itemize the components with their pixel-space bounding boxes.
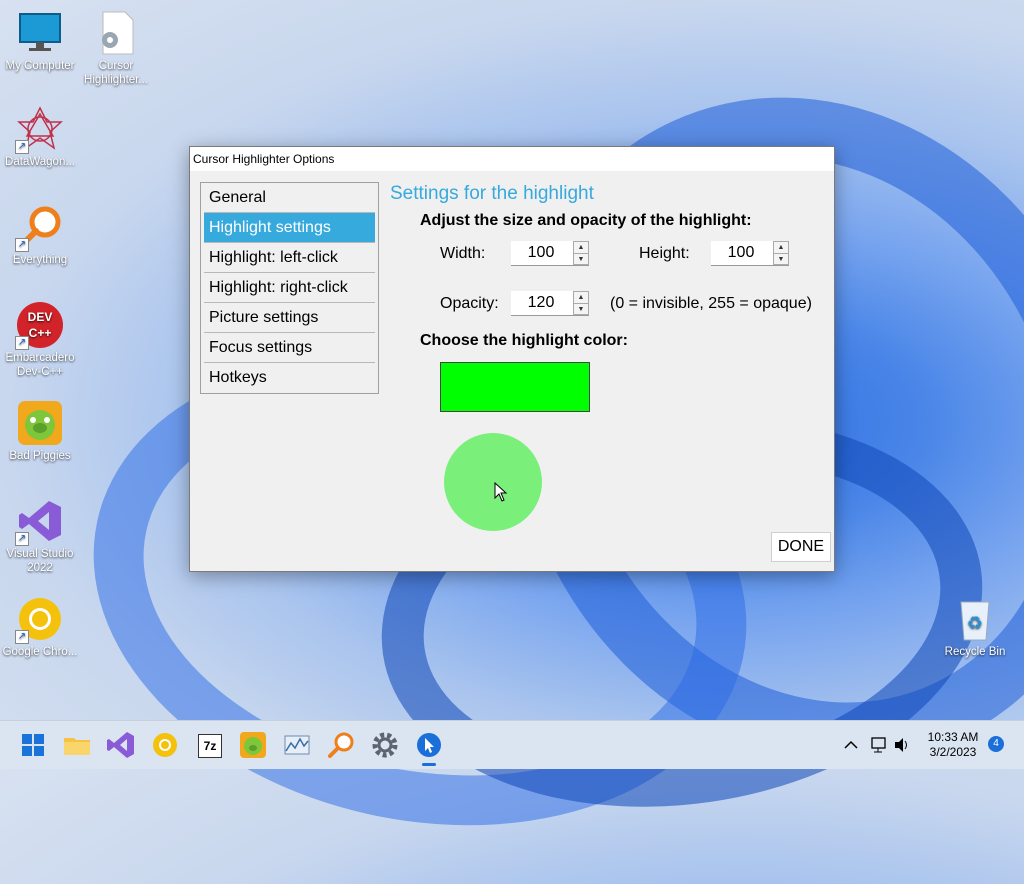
volume-icon[interactable] xyxy=(893,721,911,769)
nav-item-focus-settings[interactable]: Focus settings xyxy=(204,333,375,363)
highlight-color-swatch[interactable] xyxy=(440,362,590,412)
clock-time: 10:33 AM xyxy=(927,730,979,744)
bad-piggies-icon xyxy=(17,400,63,446)
tray-overflow-chevron-icon[interactable] xyxy=(843,721,859,769)
desktop-icon-label: My Computer xyxy=(5,60,75,72)
nav-item-highlight-left-click[interactable]: Highlight: left-click xyxy=(204,243,375,273)
settings-nav-list: General Highlight settings Highlight: le… xyxy=(200,182,379,394)
desktop-icon-google-chrome[interactable]: ↗ Google Chro... xyxy=(0,596,80,659)
desktop-icon-label: Visual Studio 2022 xyxy=(6,548,74,574)
opacity-value[interactable]: 120 xyxy=(511,291,571,315)
height-value[interactable]: 100 xyxy=(711,241,771,265)
gear-file-icon xyxy=(93,10,139,56)
everything-icon[interactable] xyxy=(325,729,357,761)
highlight-preview-circle xyxy=(444,433,542,531)
spin-up-icon[interactable]: ▲ xyxy=(574,242,588,254)
datawagon-icon: ↗ xyxy=(15,106,63,154)
taskbar: 7z 10:33 AM 3/2/2023 xyxy=(0,720,1024,769)
spin-up-icon[interactable]: ▲ xyxy=(574,292,588,304)
nav-item-picture-settings[interactable]: Picture settings xyxy=(204,303,375,333)
nav-item-general[interactable]: General xyxy=(204,183,375,213)
nav-item-highlight-right-click[interactable]: Highlight: right-click xyxy=(204,273,375,303)
desktop-icon-label: Embarcadero Dev-C++ xyxy=(5,352,75,378)
shortcut-arrow-icon: ↗ xyxy=(15,630,29,644)
height-spinner-buttons: ▲ ▼ xyxy=(773,241,789,265)
bad-piggies-icon[interactable] xyxy=(237,729,269,761)
shortcut-arrow-icon: ↗ xyxy=(15,336,29,350)
opacity-label: Opacity: xyxy=(440,295,499,312)
spin-down-icon[interactable]: ▼ xyxy=(574,254,588,265)
height-label: Height: xyxy=(639,245,690,262)
monitor-icon xyxy=(17,10,63,56)
desktop-icon-datawagon[interactable]: ↗ DataWagon... xyxy=(0,106,80,169)
opacity-spinner-buttons: ▲ ▼ xyxy=(573,291,589,315)
done-button[interactable]: DONE xyxy=(771,532,831,562)
desktop-icon-cursor-highlighter[interactable]: Cursor Highlighter... xyxy=(76,10,156,87)
chrome-icon: ↗ xyxy=(15,596,63,644)
desktop-icon-label: Google Chro... xyxy=(2,646,78,658)
visual-studio-icon: ↗ xyxy=(15,498,63,546)
desktop-icon-bad-piggies[interactable]: Bad Piggies xyxy=(0,400,80,463)
nav-item-hotkeys[interactable]: Hotkeys xyxy=(204,363,375,392)
mouse-cursor-icon xyxy=(494,482,508,502)
network-icon[interactable] xyxy=(870,721,888,769)
width-label: Width: xyxy=(440,245,486,262)
clock-date: 3/2/2023 xyxy=(929,745,977,759)
devcpp-icon: DEV C++ ↗ xyxy=(15,302,63,350)
nav-item-highlight-settings[interactable]: Highlight settings xyxy=(204,213,375,243)
opacity-hint: (0 = invisible, 255 = opaque) xyxy=(610,295,812,312)
recycle-bin-icon: ♻ xyxy=(952,596,998,642)
desktop-icon-devcpp[interactable]: DEV C++ ↗ Embarcadero Dev-C++ xyxy=(0,302,80,379)
width-spinner[interactable]: 100 ▲ ▼ xyxy=(511,241,589,266)
taskbar-clock[interactable]: 10:33 AM 3/2/2023 xyxy=(918,730,988,760)
opacity-spinner[interactable]: 120 ▲ ▼ xyxy=(511,291,589,316)
color-section-label: Choose the highlight color: xyxy=(420,332,628,349)
desktop-icon-visual-studio[interactable]: ↗ Visual Studio 2022 xyxy=(0,498,80,575)
height-spinner[interactable]: 100 ▲ ▼ xyxy=(711,241,789,266)
width-spinner-buttons: ▲ ▼ xyxy=(573,241,589,265)
7zip-icon[interactable]: 7z xyxy=(193,729,225,761)
settings-icon[interactable] xyxy=(369,729,401,761)
desktop-icon-label: Bad Piggies xyxy=(9,450,71,462)
visual-studio-icon[interactable] xyxy=(105,729,137,761)
spin-down-icon[interactable]: ▼ xyxy=(774,254,788,265)
desktop-icon-recycle-bin[interactable]: ♻ Recycle Bin xyxy=(935,596,1015,659)
desktop-icon-label: Cursor Highlighter... xyxy=(84,60,148,86)
size-section-label: Adjust the size and opacity of the highl… xyxy=(420,212,752,229)
magnifier-icon: ↗ xyxy=(15,204,63,252)
dialog-title[interactable]: Cursor Highlighter Options xyxy=(190,147,834,171)
datawagon-icon[interactable] xyxy=(281,729,313,761)
section-heading: Settings for the highlight xyxy=(390,183,594,204)
desktop-icon-label: DataWagon... xyxy=(5,156,75,168)
spin-down-icon[interactable]: ▼ xyxy=(574,304,588,315)
shortcut-arrow-icon: ↗ xyxy=(15,238,29,252)
svg-text:♻: ♻ xyxy=(967,613,983,634)
file-explorer-icon[interactable] xyxy=(61,729,93,761)
cursor-highlighter-icon[interactable] xyxy=(413,729,445,766)
chrome-icon[interactable] xyxy=(149,729,181,761)
start-icon[interactable] xyxy=(17,729,49,761)
spin-up-icon[interactable]: ▲ xyxy=(774,242,788,254)
desktop-icon-my-computer[interactable]: My Computer xyxy=(0,10,80,73)
notification-badge[interactable]: 4 xyxy=(988,736,1004,752)
desktop-icon-label: Everything xyxy=(12,254,68,266)
width-value[interactable]: 100 xyxy=(511,241,571,265)
desktop-icon-label: Recycle Bin xyxy=(944,646,1006,658)
desktop-icon-everything[interactable]: ↗ Everything xyxy=(0,204,80,267)
options-dialog: Cursor Highlighter Options General Highl… xyxy=(189,146,835,572)
shortcut-arrow-icon: ↗ xyxy=(15,140,29,154)
shortcut-arrow-icon: ↗ xyxy=(15,532,29,546)
